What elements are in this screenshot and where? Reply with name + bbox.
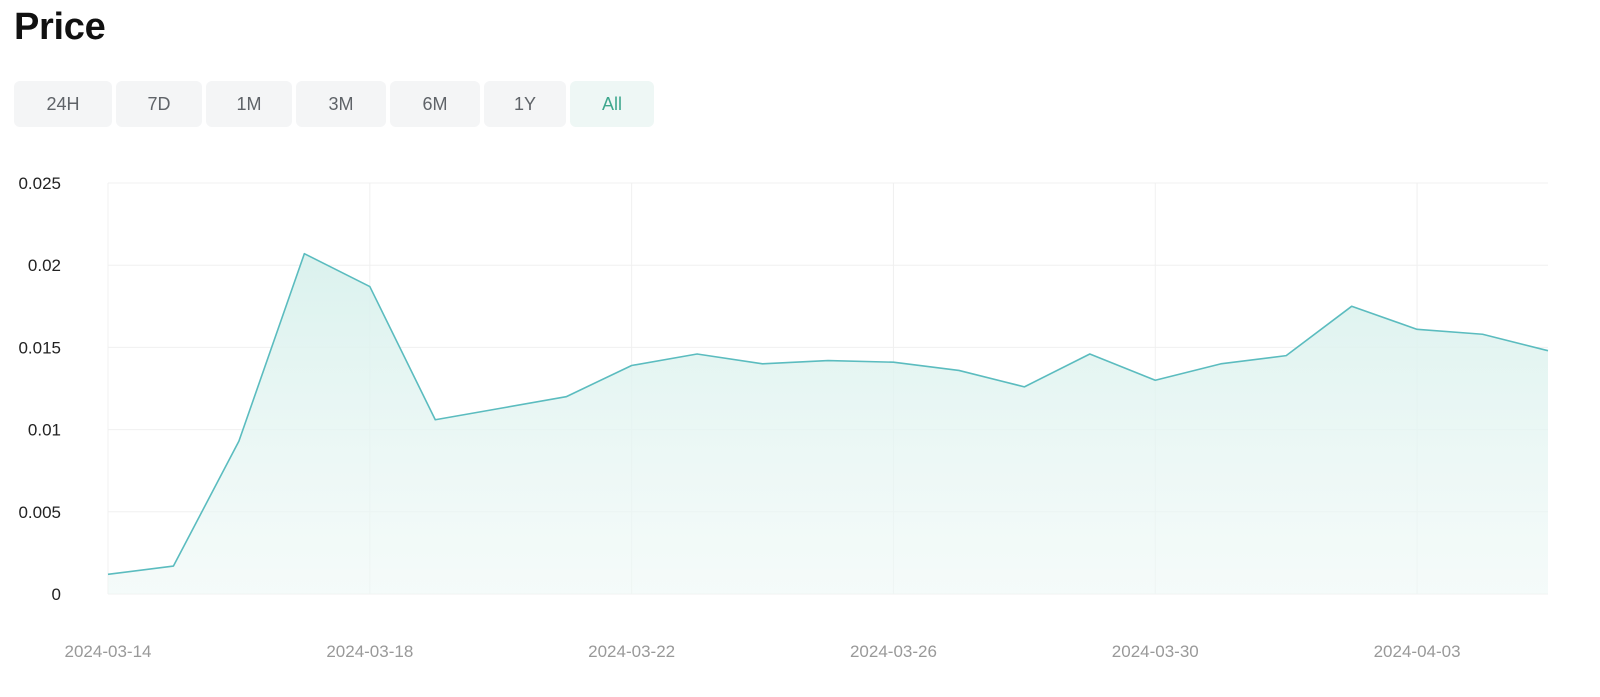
data-point [1283, 353, 1289, 359]
data-point [1349, 303, 1355, 309]
y-tick-label: 0.005 [18, 503, 61, 522]
data-point [1414, 326, 1420, 332]
y-tick-label: 0.015 [18, 338, 61, 357]
y-tick-label: 0.01 [28, 421, 61, 440]
data-point [367, 284, 373, 290]
data-point [1021, 384, 1027, 390]
x-axis: 2024-03-14 2024-03-18 2024-03-22 2024-03-26… [65, 642, 1461, 661]
data-point [498, 405, 504, 411]
x-tick-label: 2024-03-14 [65, 642, 152, 661]
data-point [1545, 348, 1551, 354]
data-point [956, 367, 962, 373]
data-point [105, 571, 111, 577]
data-point [825, 358, 831, 364]
data-point [629, 362, 635, 368]
data-point [301, 251, 307, 257]
y-tick-label: 0 [52, 585, 61, 604]
x-tick-label: 2024-03-30 [1112, 642, 1199, 661]
data-point [890, 359, 896, 365]
x-tick-label: 2024-04-03 [1374, 642, 1461, 661]
data-point [760, 361, 766, 367]
data-point [170, 563, 176, 569]
data-point [694, 351, 700, 357]
data-point [1218, 361, 1224, 367]
x-tick-label: 2024-03-18 [326, 642, 413, 661]
data-point [236, 438, 242, 444]
data-point [1152, 377, 1158, 383]
price-chart: 00.0050.010.0150.020.025 2024-03-14 2024-… [18, 174, 1551, 661]
y-tick-label: 0.025 [18, 174, 61, 193]
data-point [1087, 351, 1093, 357]
price-area-fill [108, 253, 1548, 594]
x-tick-label: 2024-03-22 [588, 642, 675, 661]
y-axis: 0 0.005 0.01 0.015 0.02 0.025 [18, 174, 61, 604]
data-point [563, 394, 569, 400]
y-tick-label: 0.02 [28, 256, 61, 275]
data-point [1480, 331, 1486, 337]
x-tick-label: 2024-03-26 [850, 642, 937, 661]
data-point [432, 417, 438, 423]
